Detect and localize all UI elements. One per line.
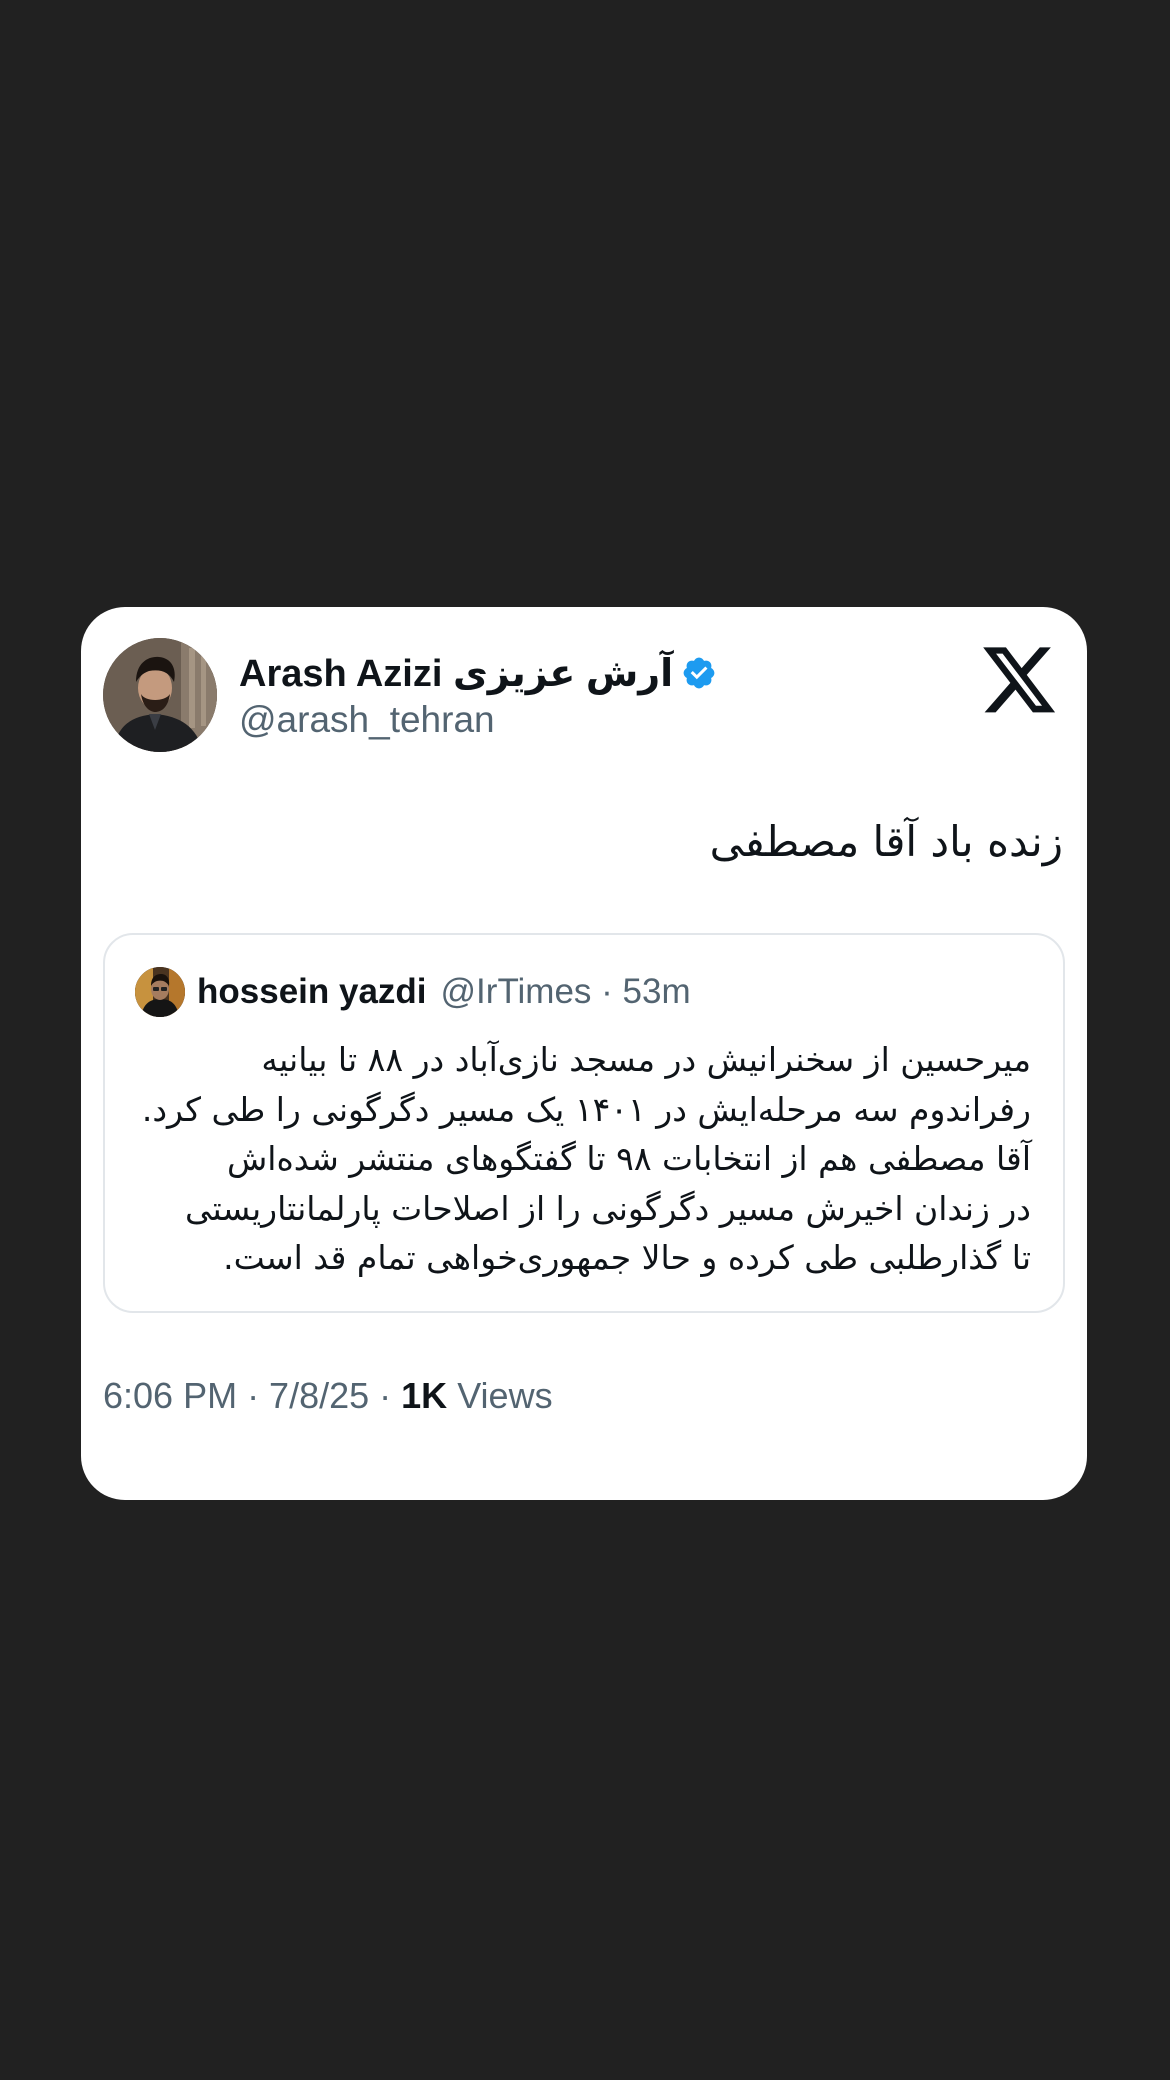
views-label: Views	[447, 1375, 553, 1416]
tweet-text: زنده باد آقا مصطفی	[709, 817, 1063, 866]
quoted-author-avatar[interactable]	[135, 967, 185, 1017]
views-count[interactable]: 1K	[401, 1375, 447, 1416]
quoted-tweet[interactable]: hossein yazdi @IrTimes · 53m میرحسین از …	[103, 933, 1065, 1313]
quoted-author-meta: @IrTimes · 53m	[440, 972, 691, 1011]
quoted-text-line: رفراندوم سه مرحله‌ایش در ۱۴۰۱ یک مسیر دگ…	[141, 1089, 1031, 1129]
quoted-text-line: آقا مصطفی هم از انتخابات ۹۸ تا گفتگوهای …	[227, 1139, 1031, 1178]
author-name-row: Arash Azizi آرش عزیزی	[239, 651, 717, 695]
verified-badge-icon	[683, 657, 715, 689]
quoted-text-line: تا گذارطلبی طی کرده و حالا جمهوری‌خواهی …	[223, 1238, 1031, 1277]
quoted-tweet-header: hossein yazdi @IrTimes · 53m	[135, 967, 691, 1017]
tweet-timestamp[interactable]: 6:06 PM · 7/8/25 ·	[103, 1375, 401, 1416]
author-display-name[interactable]: Arash Azizi آرش عزیزی	[239, 651, 673, 696]
tweet-footer: 6:06 PM · 7/8/25 · 1K Views	[103, 1375, 553, 1417]
quoted-author-name[interactable]: hossein yazdi	[197, 972, 427, 1012]
author-handle[interactable]: @arash_tehran	[239, 699, 495, 741]
quoted-text-line: در زندان اخیرش مسیر دگرگونی را از اصلاحا…	[185, 1188, 1031, 1228]
tweet-card: Arash Azizi آرش عزیزی @arash_tehran زنده…	[81, 607, 1087, 1500]
quoted-text-line: میرحسین از سخنرانیش در مسجد نازی‌آباد در…	[261, 1040, 1031, 1079]
x-logo-icon	[983, 647, 1056, 713]
quoted-tweet-text: میرحسین از سخنرانیش در مسجد نازی‌آباد در…	[131, 1035, 1031, 1283]
author-avatar[interactable]	[103, 638, 217, 752]
